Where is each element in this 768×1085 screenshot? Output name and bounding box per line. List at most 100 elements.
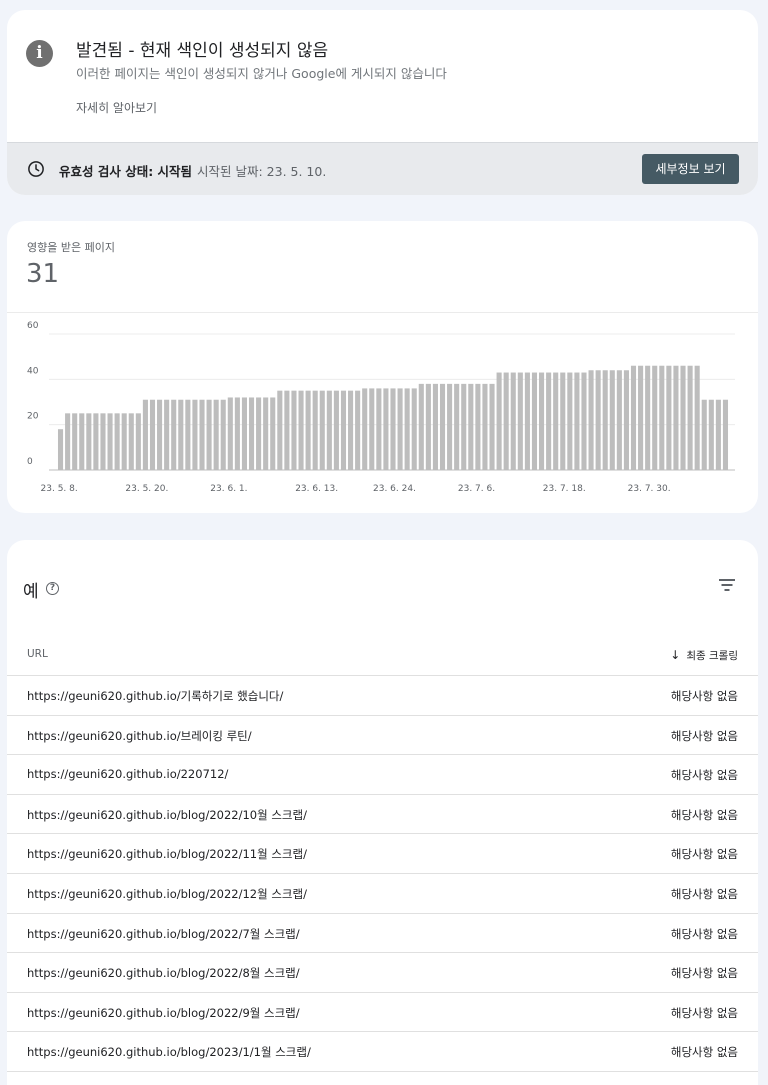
chart-bar[interactable]: [673, 365, 679, 470]
chart-bar[interactable]: [666, 365, 672, 470]
chart-bar[interactable]: [298, 390, 304, 470]
chart-bar[interactable]: [595, 370, 601, 470]
chart-bar[interactable]: [369, 388, 375, 470]
chart-bar[interactable]: [107, 413, 113, 470]
chart-bar[interactable]: [157, 399, 163, 470]
table-row[interactable]: https://geuni620.github.io/blog/2022/8월 …: [7, 953, 758, 993]
chart-bar[interactable]: [531, 372, 538, 470]
chart-bar[interactable]: [256, 397, 262, 470]
table-row[interactable]: https://geuni620.github.io/blog/2022/7월 …: [7, 914, 758, 954]
chart-bar[interactable]: [206, 399, 212, 470]
chart-bar[interactable]: [248, 397, 255, 470]
chart-bar[interactable]: [517, 372, 523, 470]
chart-bar[interactable]: [277, 390, 283, 470]
chart-bar[interactable]: [100, 413, 106, 470]
chart-bar[interactable]: [72, 413, 78, 470]
column-header-last-crawled[interactable]: ↓ 최종 크롤링: [670, 648, 738, 663]
see-details-button[interactable]: 세부정보 보기: [642, 154, 739, 184]
chart-bar[interactable]: [439, 383, 446, 470]
chart-bar[interactable]: [432, 383, 438, 470]
chart-bar[interactable]: [630, 365, 637, 470]
chart-bar[interactable]: [135, 413, 141, 470]
chart-bar[interactable]: [475, 383, 481, 470]
table-row[interactable]: https://geuni620.github.io/브레이킹 루틴/해당사항 …: [7, 716, 758, 756]
chart-bar[interactable]: [602, 370, 608, 470]
chart-bar[interactable]: [638, 365, 644, 470]
chart-bar[interactable]: [234, 397, 240, 470]
chart-bar[interactable]: [128, 413, 134, 470]
table-row[interactable]: https://geuni620.github.io/blog/2022/11월…: [7, 834, 758, 874]
chart-bar[interactable]: [524, 372, 530, 470]
chart-bar[interactable]: [171, 399, 177, 470]
chart-bar[interactable]: [722, 399, 729, 470]
chart-bar[interactable]: [623, 370, 629, 470]
chart-bar[interactable]: [482, 383, 488, 470]
chart-bar[interactable]: [185, 399, 191, 470]
chart-bar[interactable]: [312, 390, 318, 470]
chart-bar[interactable]: [362, 388, 368, 470]
table-row[interactable]: https://geuni620.github.io/220712/해당사항 없…: [7, 755, 758, 795]
chart-bar[interactable]: [560, 372, 566, 470]
chart-bar[interactable]: [652, 365, 658, 470]
chart-bar[interactable]: [609, 370, 615, 470]
chart-bar[interactable]: [178, 399, 184, 470]
chart-bar[interactable]: [588, 370, 594, 470]
chart-bar[interactable]: [567, 372, 573, 470]
chart-bar[interactable]: [383, 388, 389, 470]
table-row[interactable]: https://geuni620.github.io/blog/2023/1/1…: [7, 1032, 758, 1072]
chart-bar[interactable]: [694, 365, 700, 470]
chart-bar[interactable]: [270, 397, 276, 470]
chart-bar[interactable]: [680, 365, 686, 470]
chart-bar[interactable]: [355, 390, 361, 470]
chart-bar[interactable]: [447, 383, 453, 470]
chart-bar[interactable]: [489, 383, 495, 470]
chart-bar[interactable]: [510, 372, 516, 470]
chart-bar[interactable]: [496, 372, 502, 470]
chart-bar[interactable]: [418, 383, 424, 470]
help-icon[interactable]: ?: [46, 582, 59, 595]
table-row[interactable]: https://geuni620.github.io/blog/2022/12월…: [7, 874, 758, 914]
chart-bar[interactable]: [581, 372, 587, 470]
chart-bar[interactable]: [340, 390, 347, 470]
chart-bar[interactable]: [164, 399, 170, 470]
chart-bar[interactable]: [333, 390, 339, 470]
chart-bar[interactable]: [79, 413, 85, 470]
chart-bar[interactable]: [57, 429, 64, 470]
chart-bar[interactable]: [397, 388, 403, 470]
chart-bar[interactable]: [305, 390, 311, 470]
chart-bar[interactable]: [121, 413, 127, 470]
chart-bar[interactable]: [241, 397, 247, 470]
chart-bar[interactable]: [553, 372, 559, 470]
chart-bar[interactable]: [708, 399, 714, 470]
chart-bar[interactable]: [348, 390, 354, 470]
chart-bar[interactable]: [291, 390, 297, 470]
chart-bar[interactable]: [192, 399, 198, 470]
learn-more-link[interactable]: 자세히 알아보기: [76, 99, 157, 116]
chart-bar[interactable]: [687, 365, 693, 470]
chart-bar[interactable]: [616, 370, 622, 470]
chart-bar[interactable]: [319, 390, 325, 470]
filter-icon[interactable]: [718, 578, 736, 592]
chart-bar[interactable]: [149, 399, 156, 470]
table-row[interactable]: https://geuni620.github.io/blog/2022/10월…: [7, 795, 758, 835]
chart-bar[interactable]: [114, 413, 120, 470]
chart-bar[interactable]: [142, 399, 148, 470]
chart-bar[interactable]: [86, 413, 92, 470]
table-row[interactable]: https://geuni620.github.io/blog/2022/9월 …: [7, 993, 758, 1033]
chart-bar[interactable]: [93, 413, 99, 470]
chart-bar[interactable]: [390, 388, 396, 470]
chart-bar[interactable]: [503, 372, 509, 470]
chart-bar[interactable]: [468, 383, 474, 470]
chart-bar[interactable]: [284, 390, 290, 470]
chart-bar[interactable]: [659, 365, 665, 470]
chart-bar[interactable]: [645, 365, 651, 470]
chart-bar[interactable]: [404, 388, 410, 470]
chart-bar[interactable]: [411, 388, 417, 470]
chart-bar[interactable]: [425, 383, 431, 470]
chart-bar[interactable]: [227, 397, 233, 470]
chart-bar[interactable]: [213, 399, 219, 470]
chart-bar[interactable]: [574, 372, 580, 470]
chart-bar[interactable]: [546, 372, 552, 470]
chart-bar[interactable]: [539, 372, 545, 470]
chart-bar[interactable]: [701, 399, 707, 470]
